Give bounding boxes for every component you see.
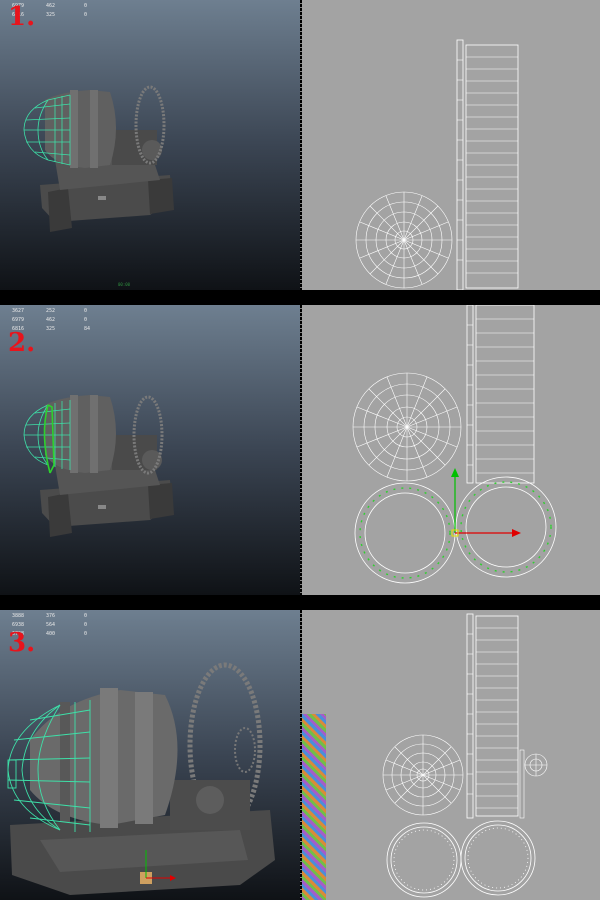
uv-editor-viewport-3[interactable]	[302, 610, 600, 900]
uv-layout	[355, 39, 519, 290]
perspective-viewport-3[interactable]: 3888 376 0 6938 564 0 6798 400 0	[0, 610, 300, 900]
step-label-2: 2.	[8, 328, 36, 358]
model-render	[23, 85, 174, 232]
uv-editor-viewport-1[interactable]	[302, 0, 600, 290]
step-3-panel: 3888 376 0 6938 564 0 6798 400 0	[0, 610, 600, 900]
perspective-viewport-1[interactable]: 6979 462 0 6816 325 0 00:00	[0, 0, 300, 290]
step-2-panel: 3627 252 0 6979 462 0 6816 325 84	[0, 305, 600, 595]
uv-layout	[352, 305, 557, 584]
model-render	[23, 395, 174, 537]
step-label-3: 3.	[8, 628, 36, 658]
step-label-1: 1.	[8, 2, 36, 32]
step-1-panel: 6979 462 0 6816 325 0 00:00	[0, 0, 600, 290]
model-render	[7, 662, 275, 895]
step-separator-2	[0, 595, 600, 610]
uv-layout	[382, 613, 548, 898]
uv-editor-viewport-2[interactable]	[302, 305, 600, 595]
status-readout: 00:00	[118, 282, 131, 287]
perspective-viewport-2[interactable]: 3627 252 0 6979 462 0 6816 325 84	[0, 305, 300, 595]
step-separator-1	[0, 290, 600, 305]
move-manipulator[interactable]	[451, 468, 521, 537]
